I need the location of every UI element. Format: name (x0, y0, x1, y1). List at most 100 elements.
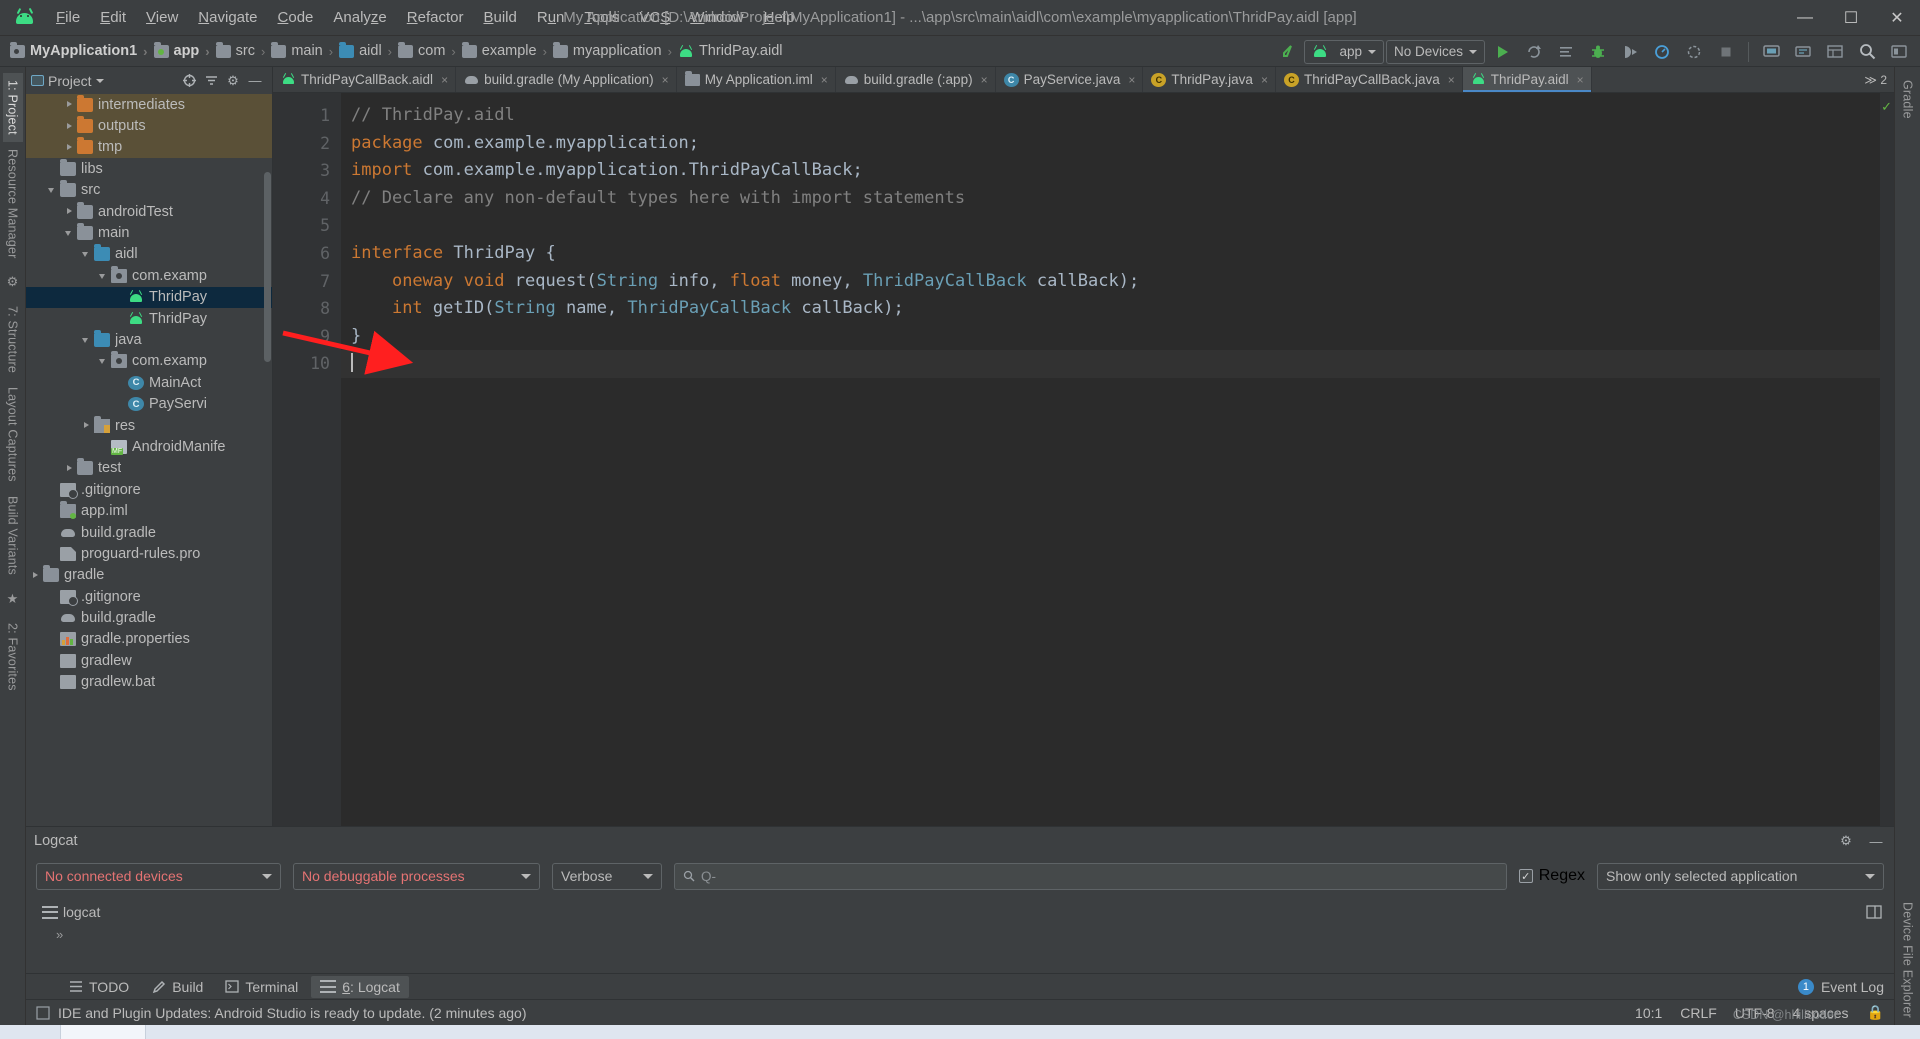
tree-node[interactable]: proguard-rules.pro (26, 543, 272, 564)
close-icon[interactable]: × (1261, 73, 1268, 87)
close-button[interactable]: ✕ (1874, 0, 1920, 36)
editor-tabs-overflow[interactable]: ≫ 2 (1857, 67, 1894, 92)
editor-tab[interactable]: ThridPayCallBack.aidl × (273, 67, 457, 92)
minimize-button[interactable]: — (1782, 0, 1828, 36)
editor-tab[interactable]: C ThridPay.java × (1143, 67, 1276, 92)
project-view-selector[interactable]: Project (31, 73, 104, 89)
tree-node[interactable]: gradlew.bat (26, 672, 272, 693)
close-icon[interactable]: × (821, 73, 828, 87)
menu-help[interactable]: Help (754, 5, 805, 30)
sdk-manager-icon[interactable] (1788, 39, 1818, 65)
apply-changes-icon[interactable] (1519, 39, 1549, 65)
tree-node[interactable]: tmp (26, 137, 272, 158)
breadcrumb-thridpay-aidl[interactable]: ThridPay.aidl (678, 43, 782, 59)
chevron-right-icon[interactable] (81, 420, 92, 431)
caret-position[interactable]: 10:1 (1635, 1005, 1662, 1021)
close-icon[interactable]: × (1128, 73, 1135, 87)
chevron-right-icon[interactable] (64, 99, 75, 110)
tree-node[interactable]: androidTest (26, 201, 272, 222)
tree-node[interactable]: ThridPay (26, 286, 272, 308)
chevron-right-icon[interactable] (64, 206, 75, 217)
search-everywhere-icon[interactable] (1852, 39, 1882, 65)
tree-node[interactable]: com.examp (26, 265, 272, 286)
menu-tools[interactable]: Tools (574, 5, 629, 30)
menu-code[interactable]: Code (268, 5, 324, 30)
chevron-down-icon[interactable] (64, 228, 75, 239)
split-panel-icon[interactable] (1864, 902, 1884, 922)
breadcrumb-aidl[interactable]: aidl › (339, 41, 398, 59)
tree-node[interactable]: java (26, 329, 272, 350)
tree-node[interactable]: C PayServi (26, 393, 272, 414)
project-structure-icon[interactable] (1884, 39, 1914, 65)
breadcrumb-myapplication[interactable]: myapplication › (552, 41, 678, 59)
logcat-device-select[interactable]: No connected devices (36, 862, 281, 890)
stop-icon[interactable] (1711, 39, 1741, 65)
tree-node[interactable]: app.iml (26, 500, 272, 521)
hide-panel-icon[interactable]: — (245, 71, 265, 91)
tree-node[interactable]: build.gradle (26, 607, 272, 628)
code-content[interactable]: // ThridPay.aidl package com.example.myap… (341, 93, 1880, 826)
sidebar-tab-structure[interactable]: 7: Structure (3, 299, 23, 380)
code-line[interactable]: // Declare any non-default types here wi… (341, 185, 1880, 213)
menu-analyze[interactable]: Analyze (323, 5, 396, 30)
logcat-level-select[interactable]: Verbose (552, 862, 662, 890)
scrollbar-thumb[interactable] (264, 172, 271, 362)
code-line[interactable]: interface ThridPay { (341, 240, 1880, 268)
editor-tab[interactable]: build.gradle (:app) × (836, 67, 996, 92)
menu-vcs[interactable]: VCS (629, 5, 680, 30)
close-icon[interactable]: × (1577, 73, 1584, 87)
tree-node[interactable]: .gitignore (26, 586, 272, 607)
chevron-right-icon[interactable] (64, 142, 75, 153)
layout-inspector-icon[interactable] (1820, 39, 1850, 65)
avd-manager-icon[interactable] (1756, 39, 1786, 65)
lock-icon[interactable]: 🔒 (1867, 1004, 1884, 1021)
debug-icon[interactable] (1583, 39, 1613, 65)
editor-tab[interactable]: ThridPay.aidl × (1462, 67, 1592, 92)
code-line[interactable]: oneway void request(String info, float m… (341, 268, 1880, 296)
code-line[interactable]: int getID(String name, ThridPayCallBack … (341, 295, 1880, 323)
menu-view[interactable]: View (136, 5, 188, 30)
menu-build[interactable]: Build (473, 5, 526, 30)
sidebar-tab-device-file-explorer[interactable]: Device File Explorer (1898, 895, 1918, 1025)
status-message[interactable]: IDE and Plugin Updates: Android Studio i… (58, 1005, 527, 1021)
breadcrumb-com[interactable]: com › (398, 41, 462, 59)
code-line[interactable]: // ThridPay.aidl (341, 102, 1880, 130)
sidebar-tab-favorites[interactable]: 2: Favorites (3, 616, 23, 698)
chevron-down-icon[interactable] (98, 270, 109, 281)
chevron-right-icon[interactable] (64, 463, 75, 474)
editor-tab[interactable]: My Application.iml × (677, 67, 836, 92)
code-line[interactable]: import com.example.myapplication.ThridPa… (341, 157, 1880, 185)
logcat-filter-select[interactable]: Show only selected application (1597, 862, 1884, 890)
menu-window[interactable]: Window (680, 5, 753, 30)
line-separator[interactable]: CRLF (1680, 1005, 1717, 1021)
sidebar-tab-gradle[interactable]: Gradle (1898, 73, 1918, 126)
editor-tab[interactable]: build.gradle (My Application) × (456, 67, 677, 92)
toolwindow-logcat[interactable]: 6: Logcat (311, 975, 409, 998)
breadcrumb-myapplication1[interactable]: MyApplication1 › (10, 41, 154, 59)
tree-node[interactable]: gradlew (26, 650, 272, 671)
chevron-right-icon[interactable] (30, 570, 41, 581)
project-tree[interactable]: intermediates outputs tmp libs src androidTes… (26, 94, 272, 826)
run-with-coverage-icon[interactable] (1679, 39, 1709, 65)
toolwindow-terminal[interactable]: Terminal (216, 976, 307, 998)
tree-node[interactable]: src (26, 180, 272, 201)
code-line[interactable]: } (341, 323, 1880, 351)
logcat-regex-toggle[interactable]: ✓ Regex (1518, 867, 1585, 885)
close-icon[interactable]: × (1448, 73, 1455, 87)
tree-node[interactable]: libs (26, 158, 272, 179)
close-icon[interactable]: × (981, 73, 988, 87)
editor-tab[interactable]: C ThridPayCallBack.java × (1276, 67, 1463, 92)
chevron-right-icon[interactable] (64, 121, 75, 132)
tree-node[interactable]: res (26, 415, 272, 436)
settings-gear-icon[interactable]: ⚙ (223, 71, 243, 91)
breadcrumb-example[interactable]: example › (461, 41, 553, 59)
regex-checkbox[interactable]: ✓ (1518, 869, 1533, 883)
tree-node[interactable]: gradle.properties (26, 629, 272, 650)
profile-icon[interactable] (1647, 39, 1677, 65)
collapse-all-icon[interactable] (201, 71, 221, 91)
tree-node[interactable]: aidl (26, 244, 272, 265)
settings-gear-icon[interactable]: ⚙ (1836, 831, 1856, 851)
tree-node[interactable]: com.examp (26, 351, 272, 372)
logcat-search-input[interactable]: Q- (674, 862, 1507, 890)
sidebar-tab-resource-manager[interactable]: Resource Manager (3, 142, 23, 266)
